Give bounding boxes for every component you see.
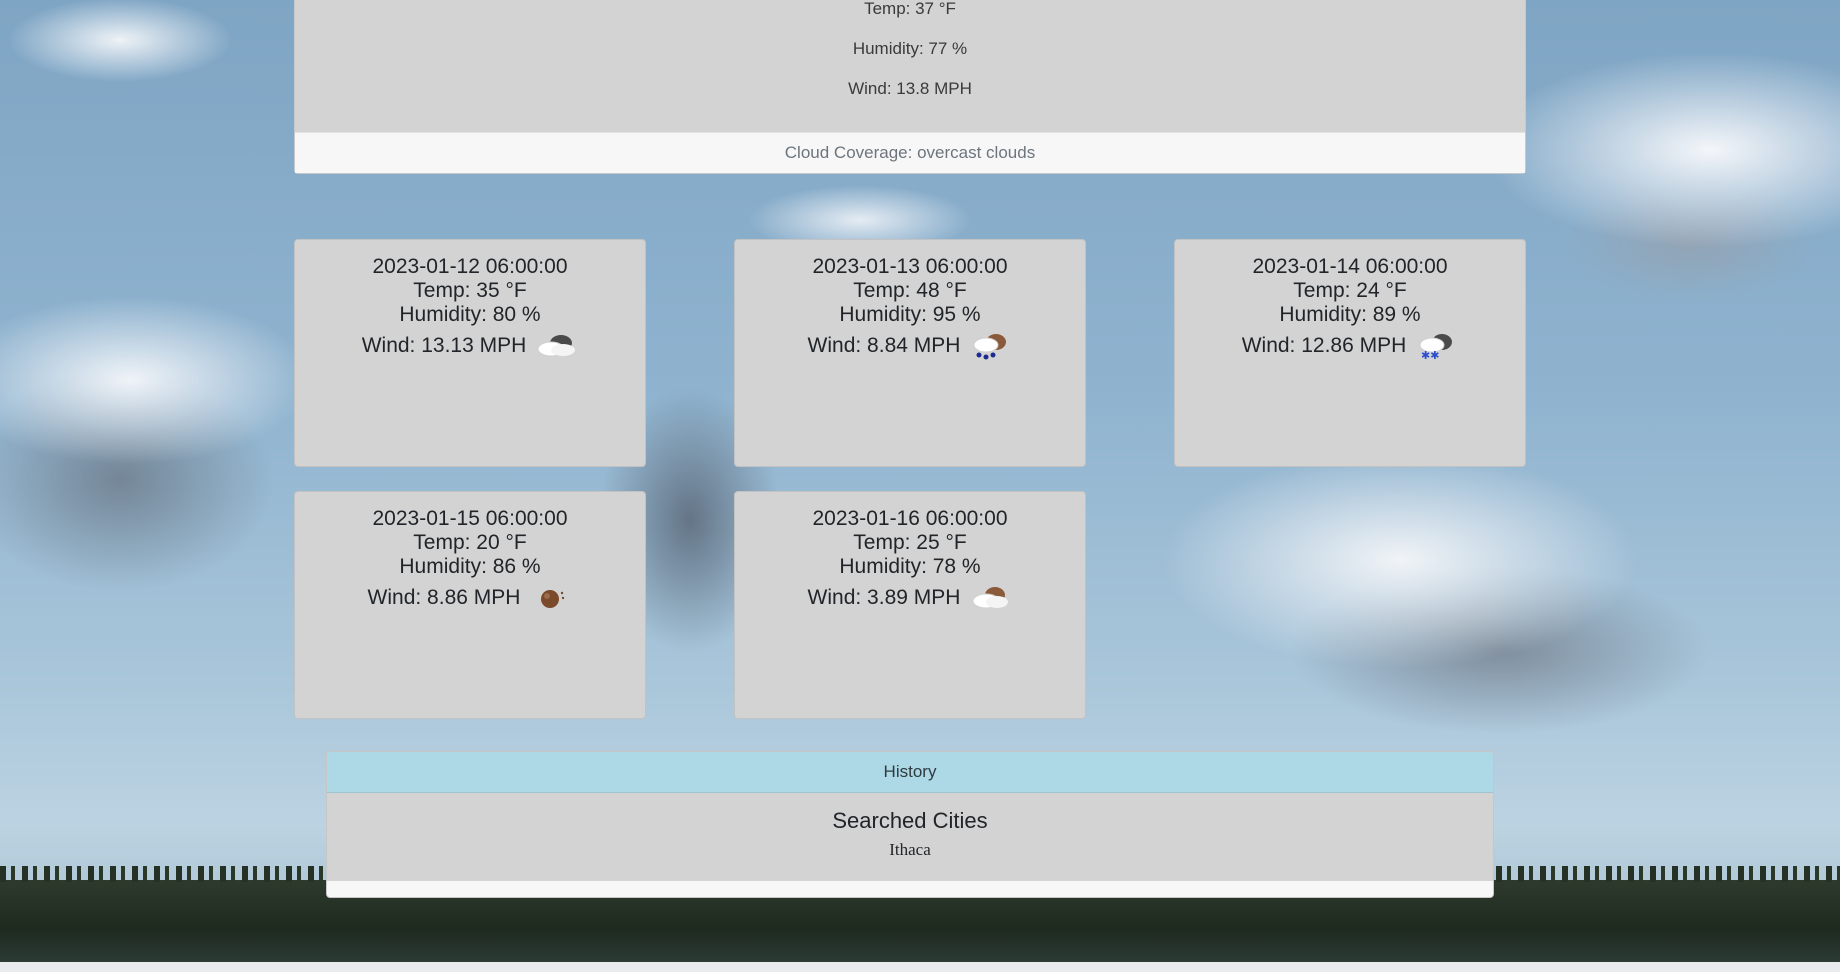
forecast-card: 2023-01-15 06:00:00 Temp: 20 °F Humidity… — [294, 491, 646, 719]
forecast-humidity: Humidity: 80 % — [399, 303, 541, 326]
forecast-humidity: Humidity: 78 % — [839, 555, 981, 578]
svg-text:✱✱: ✱✱ — [1421, 349, 1439, 361]
forecast-temp: Temp: 24 °F — [1293, 279, 1407, 302]
few-clouds-icon — [968, 583, 1012, 613]
forecast-humidity: Humidity: 89 % — [1279, 303, 1421, 326]
page-bottom-strip — [0, 962, 1840, 972]
forecast-date: 2023-01-12 06:00:00 — [372, 255, 568, 278]
forecast-temp: Temp: 20 °F — [413, 531, 527, 554]
forecast-date: 2023-01-14 06:00:00 — [1252, 255, 1448, 278]
overcast-clouds-icon — [534, 331, 578, 361]
forecast-temp: Temp: 48 °F — [853, 279, 967, 302]
clear-icon — [528, 583, 572, 613]
history-footer — [327, 881, 1493, 897]
forecast-wind: Wind: 13.13 MPH — [361, 334, 527, 357]
snow-icon: ✱✱ — [1414, 331, 1458, 362]
forecast-humidity: Humidity: 95 % — [839, 303, 981, 326]
forecast-date: 2023-01-16 06:00:00 — [812, 507, 1008, 530]
forecast-card: 2023-01-16 06:00:00 Temp: 25 °F Humidity… — [734, 491, 1086, 719]
current-wind: Wind: 13.8 MPH — [848, 79, 972, 98]
current-temp: Temp: 37 °F — [864, 0, 956, 18]
forecast-temp: Temp: 25 °F — [853, 531, 967, 554]
forecast-wind: Wind: 8.84 MPH — [807, 334, 961, 357]
cloud-coverage: Cloud Coverage: overcast clouds — [295, 132, 1525, 173]
current-weather-card: Temp: 37 °F Humidity: 77 % Wind: 13.8 MP… — [294, 0, 1526, 174]
forecast-date: 2023-01-13 06:00:00 — [812, 255, 1008, 278]
forecast-card: 2023-01-12 06:00:00 Temp: 35 °F Humidity… — [294, 239, 646, 467]
rain-icon — [968, 331, 1012, 361]
forecast-card: 2023-01-14 06:00:00 Temp: 24 °F Humidity… — [1174, 239, 1526, 467]
searched-cities-title: Searched Cities — [832, 808, 988, 833]
history-city-button[interactable]: Ithaca — [327, 840, 1493, 860]
forecast-wind: Wind: 8.86 MPH — [367, 586, 521, 609]
history-card: History Searched Cities Ithaca — [326, 751, 1494, 898]
forecast-card: 2023-01-13 06:00:00 Temp: 48 °F Humidity… — [734, 239, 1086, 467]
forecast-temp: Temp: 35 °F — [413, 279, 527, 302]
forecast-wind: Wind: 12.86 MPH — [1241, 334, 1407, 357]
forecast-wind: Wind: 3.89 MPH — [807, 586, 961, 609]
current-humidity: Humidity: 77 % — [852, 39, 968, 58]
forecast-humidity: Humidity: 86 % — [399, 555, 541, 578]
history-header: History — [327, 752, 1493, 793]
forecast-date: 2023-01-15 06:00:00 — [372, 507, 568, 530]
